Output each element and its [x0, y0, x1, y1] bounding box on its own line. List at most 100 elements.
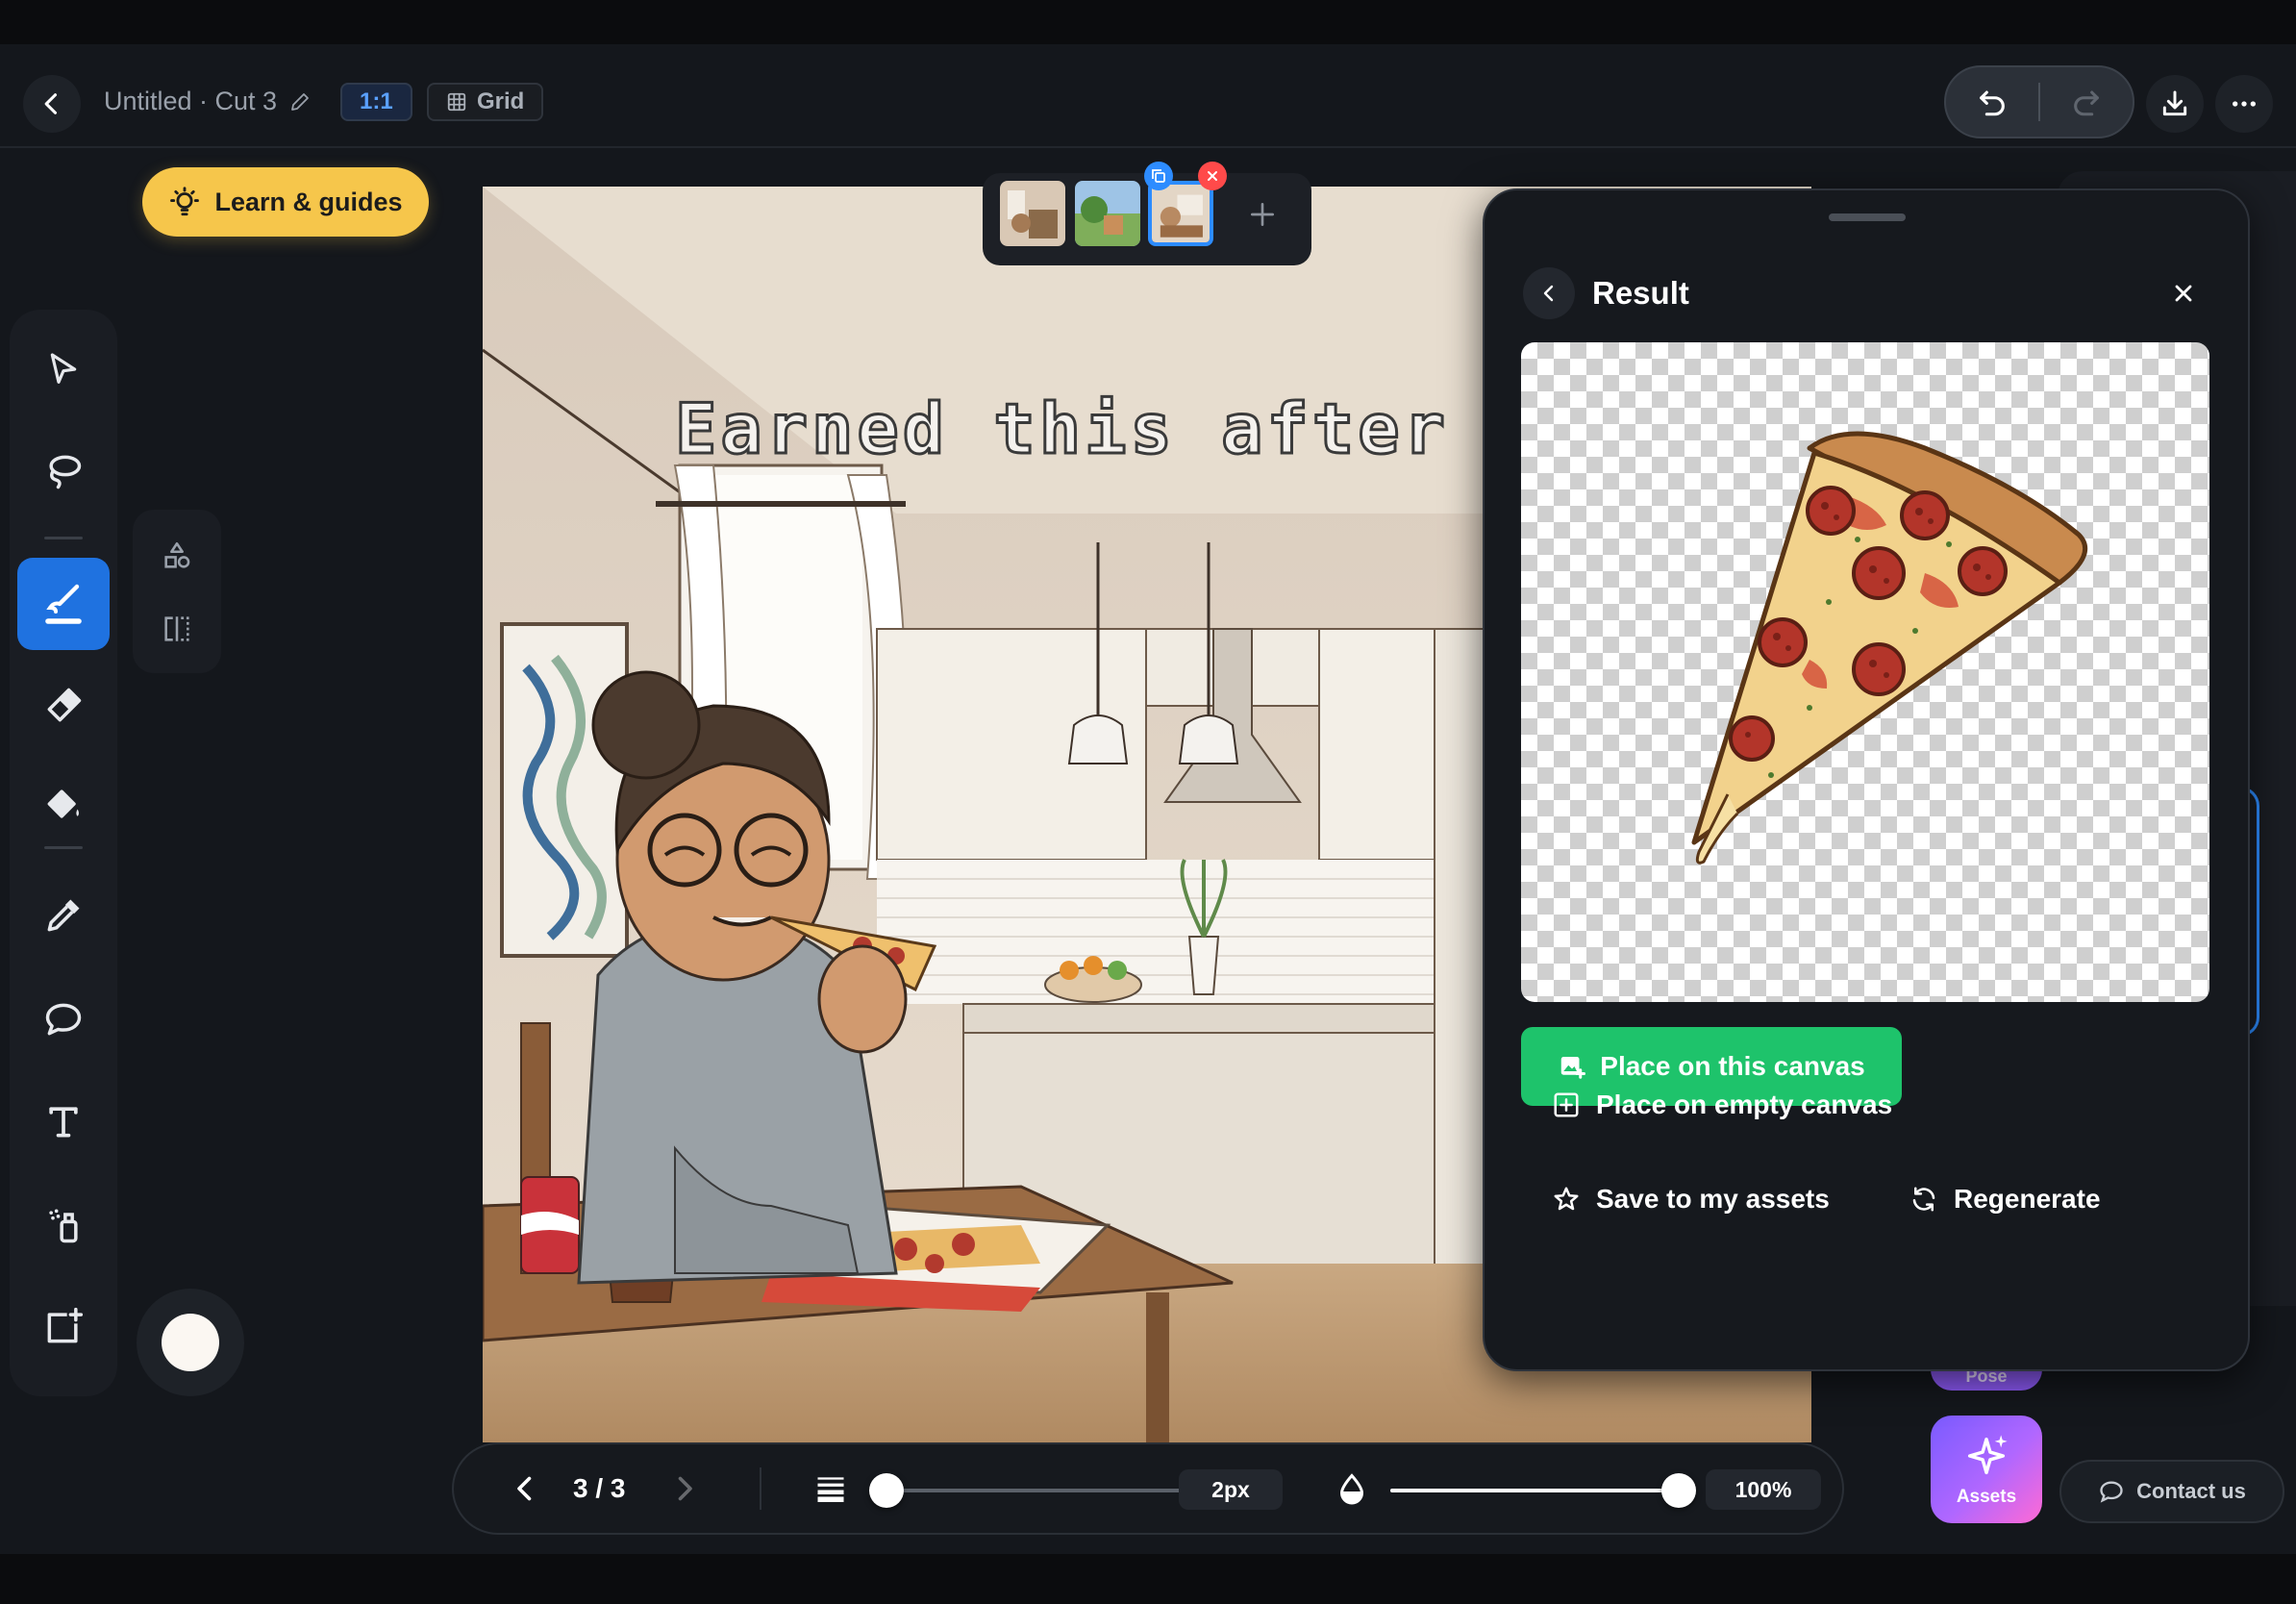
cut-3-preview: [1152, 185, 1210, 242]
mirror-button[interactable]: [150, 602, 204, 656]
add-cut-button[interactable]: [1236, 188, 1288, 240]
stroke-size-knob[interactable]: [869, 1473, 905, 1508]
copy-icon: [1152, 169, 1165, 183]
save-to-assets-button[interactable]: Save to my assets: [1552, 1175, 1830, 1223]
contact-us-label: Contact us: [2136, 1479, 2246, 1503]
brush-tool[interactable]: [17, 558, 110, 650]
top-header: Untitled · Cut 3 1:1 Grid: [0, 44, 2296, 148]
cut-thumbnail-3[interactable]: [1148, 181, 1213, 246]
redo-icon: [2074, 90, 2099, 116]
eraser-tool[interactable]: [17, 660, 110, 752]
close-icon: [1208, 171, 1217, 181]
grid-icon: [447, 92, 466, 112]
panel-drag-handle[interactable]: [1829, 213, 1906, 221]
system-top-strip: [0, 0, 2296, 44]
undo-button[interactable]: [1946, 65, 2038, 138]
next-cut-button[interactable]: [667, 1471, 702, 1511]
opacity-value: 100%: [1706, 1469, 1821, 1510]
speech-bubble-tool[interactable]: [17, 973, 110, 1065]
previous-cut-button[interactable]: [508, 1471, 542, 1511]
result-title: Result: [1592, 275, 1689, 311]
learn-guides-button[interactable]: Learn & guides: [142, 167, 429, 237]
current-color-swatch: [162, 1314, 219, 1371]
lasso-tool[interactable]: [17, 425, 110, 517]
brush-icon: [45, 584, 82, 624]
close-icon: [2175, 285, 2192, 302]
pizza-slice-image: [1691, 431, 2088, 865]
grid-label: Grid: [477, 88, 525, 114]
save-to-assets-label: Save to my assets: [1596, 1184, 1830, 1214]
grid-toggle-button[interactable]: Grid: [427, 83, 544, 121]
eyedropper-icon: [47, 899, 80, 932]
place-on-canvas-label: Place on this canvas: [1600, 1051, 1865, 1081]
assets-label: Assets: [1956, 1487, 2017, 1507]
chat-icon: [2100, 1481, 2123, 1503]
plus-square-icon: [1554, 1092, 1579, 1117]
left-toolbar: [10, 310, 117, 1396]
undo-redo-group: [1944, 65, 2134, 138]
brush-sub-toolbar: [133, 510, 221, 673]
more-options-button[interactable]: [2215, 75, 2273, 133]
cut-1-preview: [1000, 181, 1065, 246]
stroke-size-track[interactable]: [869, 1489, 1223, 1492]
download-button[interactable]: [2146, 75, 2204, 133]
contact-us-button[interactable]: Contact us: [2059, 1460, 2284, 1523]
image-add-icon: [1561, 1057, 1586, 1079]
chevron-left-icon: [44, 93, 58, 114]
undo-icon: [1980, 90, 2005, 116]
aspect-ratio-button[interactable]: 1:1: [340, 83, 412, 121]
duplicate-cut-button[interactable]: [1144, 162, 1173, 190]
opacity-drop-icon: [1335, 1471, 1369, 1511]
eyedropper-tool[interactable]: [17, 869, 110, 962]
text-t-icon: [49, 1107, 78, 1138]
result-back-button[interactable]: [1523, 267, 1575, 319]
shapes-button[interactable]: [150, 529, 204, 583]
cut-thumbnail-1[interactable]: [1000, 181, 1065, 246]
cursor-arrow-icon: [50, 353, 77, 384]
lasso-icon: [49, 455, 82, 489]
add-frame-icon: [47, 1307, 84, 1343]
speech-bubble-icon: [45, 1003, 82, 1036]
pencil-icon[interactable]: [288, 90, 312, 113]
refresh-icon: [1912, 1187, 1935, 1212]
document-title[interactable]: Untitled · Cut 3: [104, 87, 312, 116]
text-tool[interactable]: [17, 1075, 110, 1167]
cut-2-preview: [1075, 181, 1140, 246]
cut-page-indicator: 3 / 3: [573, 1473, 626, 1503]
assets-button[interactable]: Assets: [1931, 1416, 2042, 1523]
place-on-empty-canvas-label: Place on empty canvas: [1596, 1090, 1893, 1119]
result-panel: Result Place on this canvas Place on emp…: [1483, 188, 2250, 1371]
opacity-knob[interactable]: [1661, 1473, 1696, 1508]
bar-divider: [760, 1467, 761, 1510]
cut-thumbnail-2[interactable]: [1075, 181, 1140, 246]
shapes-icon: [164, 541, 190, 568]
stroke-size-value: 2px: [1179, 1469, 1283, 1510]
eraser-icon: [47, 688, 82, 722]
toolbar-divider: [44, 846, 83, 849]
chevron-left-icon: [1543, 285, 1554, 302]
star-icon: [1554, 1187, 1579, 1211]
sparkles-icon: [1967, 1435, 2008, 1475]
bottom-control-bar: 3 / 3 2px 100%: [452, 1442, 1844, 1535]
opacity-fill: [1390, 1489, 1679, 1492]
result-close-button[interactable]: [2158, 267, 2209, 319]
redo-button[interactable]: [2040, 65, 2133, 138]
stroke-width-icon: [813, 1471, 848, 1511]
regenerate-button[interactable]: Regenerate: [1909, 1175, 2101, 1223]
delete-cut-button[interactable]: [1198, 162, 1227, 190]
mirror-icon: [164, 616, 189, 641]
download-icon: [2162, 90, 2187, 116]
spray-can-icon: [49, 1209, 78, 1243]
regenerate-label: Regenerate: [1954, 1184, 2101, 1214]
fill-tool[interactable]: [17, 758, 110, 850]
select-tool[interactable]: [17, 323, 110, 415]
result-image-preview: [1521, 342, 2209, 1002]
current-color-button[interactable]: [137, 1289, 244, 1396]
paint-bucket-icon: [47, 789, 80, 818]
back-button[interactable]: [23, 75, 81, 133]
place-on-empty-canvas-button[interactable]: Place on empty canvas: [1552, 1081, 1892, 1129]
system-bottom-strip: [0, 1554, 2296, 1604]
plus-icon: [1251, 203, 1274, 226]
add-frame-tool[interactable]: [17, 1281, 110, 1373]
spray-tool[interactable]: [17, 1179, 110, 1271]
